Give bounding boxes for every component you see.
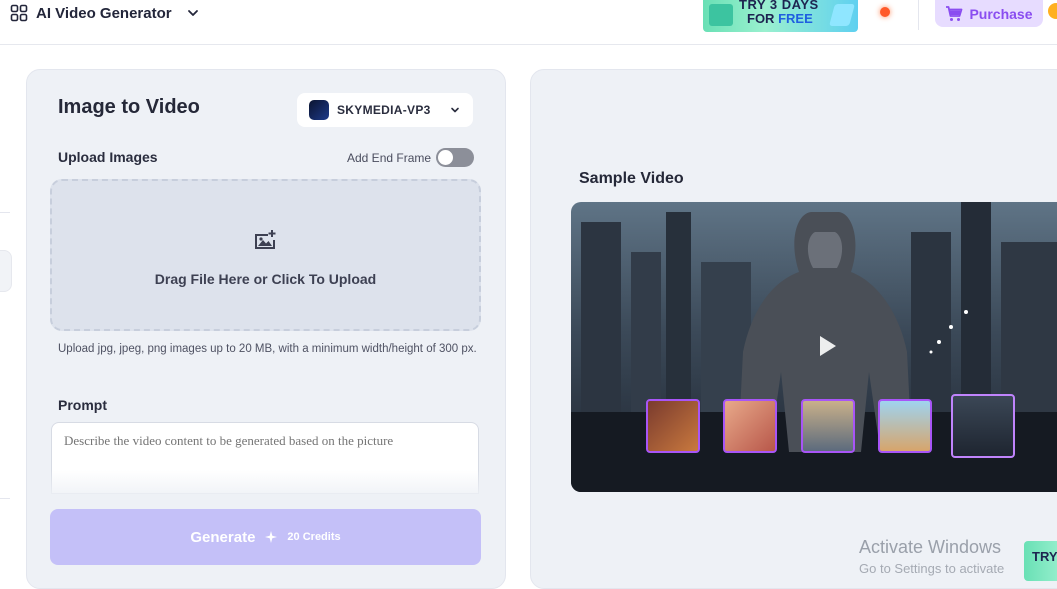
dropzone-text: Drag File Here or Click To Upload [154, 271, 377, 287]
thumbnail-robot[interactable] [951, 394, 1015, 458]
sidebar-divider [0, 212, 10, 213]
thumbnail-child-city[interactable] [878, 399, 932, 453]
sidebar-divider [0, 498, 10, 499]
model-select[interactable]: SKYMEDIA-VP3 [297, 93, 473, 127]
image-add-icon [255, 230, 276, 249]
generate-button[interactable]: Generate 20 Credits [50, 509, 481, 565]
corner-promo-badge[interactable]: TRY [1024, 541, 1057, 581]
corner-promo-text: TRY [1032, 549, 1057, 564]
chevron-down-icon [187, 10, 198, 16]
model-name: SKYMEDIA-VP3 [337, 103, 431, 117]
activate-windows-title: Activate Windows [859, 537, 1002, 557]
promo-line2: FOR FREE [747, 11, 813, 26]
model-logo-icon [309, 100, 329, 120]
generate-label: Generate [190, 528, 256, 546]
free-trial-banner[interactable]: TRY 3 DAYS FOR FREE [703, 0, 858, 32]
promo-free: FREE [778, 11, 813, 26]
app-title: AI Video Generator [36, 4, 172, 22]
promo-for: FOR [747, 11, 775, 26]
purchase-label: Purchase [969, 5, 1033, 22]
chevron-down-icon [451, 107, 459, 113]
prompt-fade-overlay [51, 470, 479, 500]
thumbnail-car[interactable] [801, 399, 855, 453]
upload-dropzone[interactable] [50, 179, 481, 331]
cart-icon [946, 5, 963, 21]
add-end-frame-toggle[interactable] [436, 148, 474, 167]
header-divider [918, 0, 919, 30]
gift-icon [709, 4, 733, 26]
prompt-label: Prompt [58, 397, 107, 413]
gem-icon [829, 4, 855, 26]
purchase-button[interactable]: Purchase [935, 0, 1043, 27]
sample-video-title: Sample Video [579, 170, 684, 187]
upload-hint: Upload jpg, jpeg, png images up to 20 MB… [58, 343, 477, 355]
toggle-knob [438, 150, 453, 165]
upload-images-label: Upload Images [58, 149, 158, 165]
notification-dot[interactable] [880, 7, 890, 17]
thumbnail-boxing[interactable] [646, 399, 700, 453]
play-icon[interactable] [808, 328, 844, 364]
sidebar-collapse-handle[interactable] [0, 250, 12, 292]
add-end-frame-label: Add End Frame [347, 151, 432, 165]
app-switcher[interactable]: AI Video Generator [10, 2, 200, 24]
sparkle-icon [265, 531, 278, 543]
panel-title: Image to Video [58, 96, 200, 118]
grid-apps-icon [10, 4, 28, 22]
coin-icon[interactable] [1048, 3, 1057, 19]
activate-windows-subtitle: Go to Settings to activate [859, 561, 1005, 576]
thumbnail-girl[interactable] [723, 399, 777, 453]
credits-label: 20 Credits [287, 531, 341, 543]
